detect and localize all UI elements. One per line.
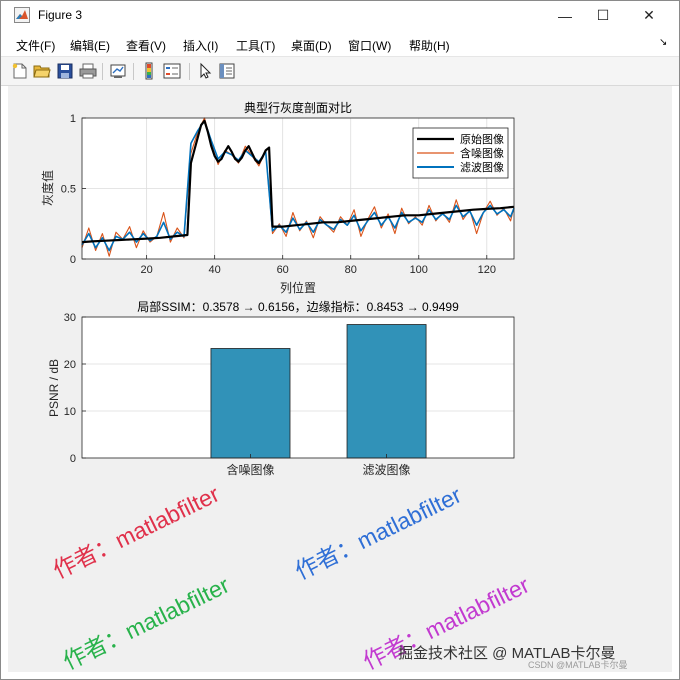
new-figure-icon[interactable]: [11, 62, 29, 80]
profile-title: 典型行灰度剖面对比: [244, 100, 352, 115]
window-title-bar: Figure 3 — ☐ ✕: [0, 0, 680, 31]
save-icon[interactable]: [56, 62, 74, 80]
x-tick-label: 60: [277, 264, 289, 276]
profile-legend[interactable]: 原始图像 含噪图像 滤波图像: [412, 127, 509, 179]
watermark-text: 作者：matlabfilter: [291, 481, 466, 584]
pointer-icon[interactable]: [196, 62, 214, 80]
y-tick-label: 1: [70, 113, 76, 125]
x-tick-label: 含噪图像: [226, 462, 274, 477]
x-tick-label: 100: [410, 264, 428, 276]
menu-view[interactable]: 查看(V): [126, 37, 166, 54]
bar[interactable]: [346, 324, 427, 459]
legend-label-original: 原始图像: [460, 132, 504, 146]
figure-canvas: 20 40 60 80 100 120 0 0.5 1 典型行灰度剖面对比 列位置 灰度值 原始…: [8, 86, 672, 674]
psnr-axes[interactable]: 0 10 20 30 含噪图像 滤波图像 局部SSIM：0.3578 → 0.6156，边…: [47, 299, 515, 477]
bar[interactable]: [210, 348, 291, 459]
menu-window[interactable]: 窗口(W): [348, 37, 391, 54]
insert-colorbar-icon[interactable]: [140, 62, 158, 80]
open-file-icon[interactable]: [33, 62, 51, 80]
menu-tools[interactable]: 工具(T): [236, 37, 275, 54]
property-inspector-icon[interactable]: [218, 62, 236, 80]
maximize-icon: ☐: [596, 7, 610, 23]
matlab-app-icon: [14, 7, 30, 23]
menu-help[interactable]: 帮助(H): [409, 37, 450, 54]
menu-dock-arrow-icon[interactable]: ↘: [659, 37, 667, 48]
profile-axes[interactable]: 20 40 60 80 100 120 0 0.5 1 典型行灰度剖面对比 列位置 灰度值 原始…: [40, 100, 515, 295]
figure-svg: 20 40 60 80 100 12000.51 典型行灰度剖面对比 列位置 灰度值 原始…: [40, 100, 615, 674]
y-tick-label: 0: [70, 453, 76, 465]
y-tick-label: 0: [70, 254, 76, 266]
psnr-title: 局部SSIM：0.3578 → 0.6156，边缘指标：0.8453 → 0.9…: [137, 299, 459, 314]
maximize-button[interactable]: ☐: [580, 0, 626, 31]
overlay-caption-small: CSDN @MATLAB卡尔曼: [528, 660, 628, 670]
close-icon: ✕: [643, 7, 655, 23]
menu-file[interactable]: 文件(F): [16, 37, 55, 54]
menu-insert[interactable]: 插入(I): [183, 37, 218, 54]
menu-edit[interactable]: 编辑(E): [70, 37, 110, 54]
watermark-text: 作者：matlabfilter: [59, 571, 234, 672]
menu-bar: 文件(F) 编辑(E) 查看(V) 插入(I) 工具(T) 桌面(D) 窗口(W…: [0, 31, 680, 57]
profile-ylabel: 灰度值: [40, 170, 55, 206]
x-tick-label: 80: [345, 264, 357, 276]
watermark-text: 作者：matlabfilter: [49, 480, 224, 583]
psnr-ylabel: PSNR / dB: [47, 359, 61, 417]
legend-label-noisy: 含噪图像: [460, 146, 504, 160]
x-tick-label: 120: [478, 264, 496, 276]
psnr-plot-area: [82, 317, 514, 458]
x-tick-label: 40: [209, 264, 221, 276]
insert-legend-icon[interactable]: [163, 62, 181, 80]
legend-label-filtered: 滤波图像: [460, 161, 504, 174]
figure-toolbar: [0, 57, 680, 86]
toolbar-separator: [133, 63, 134, 80]
window-title: Figure 3: [38, 8, 83, 22]
print-icon[interactable]: [79, 62, 97, 80]
toolbar-separator: [189, 63, 190, 80]
y-tick-label: 10: [64, 406, 76, 418]
y-tick-label: 0.5: [61, 184, 76, 196]
toolbar-separator: [102, 63, 103, 80]
y-tick-label: 20: [64, 359, 76, 371]
menu-desktop[interactable]: 桌面(D): [291, 37, 332, 54]
close-button[interactable]: ✕: [626, 0, 672, 31]
y-tick-label: 30: [64, 312, 76, 324]
profile-xlabel: 列位置: [280, 280, 316, 295]
x-tick-label: 滤波图像: [363, 463, 411, 477]
x-tick-label: 20: [141, 264, 153, 276]
link-plot-icon[interactable]: [109, 62, 127, 80]
minimize-icon: —: [558, 7, 572, 24]
